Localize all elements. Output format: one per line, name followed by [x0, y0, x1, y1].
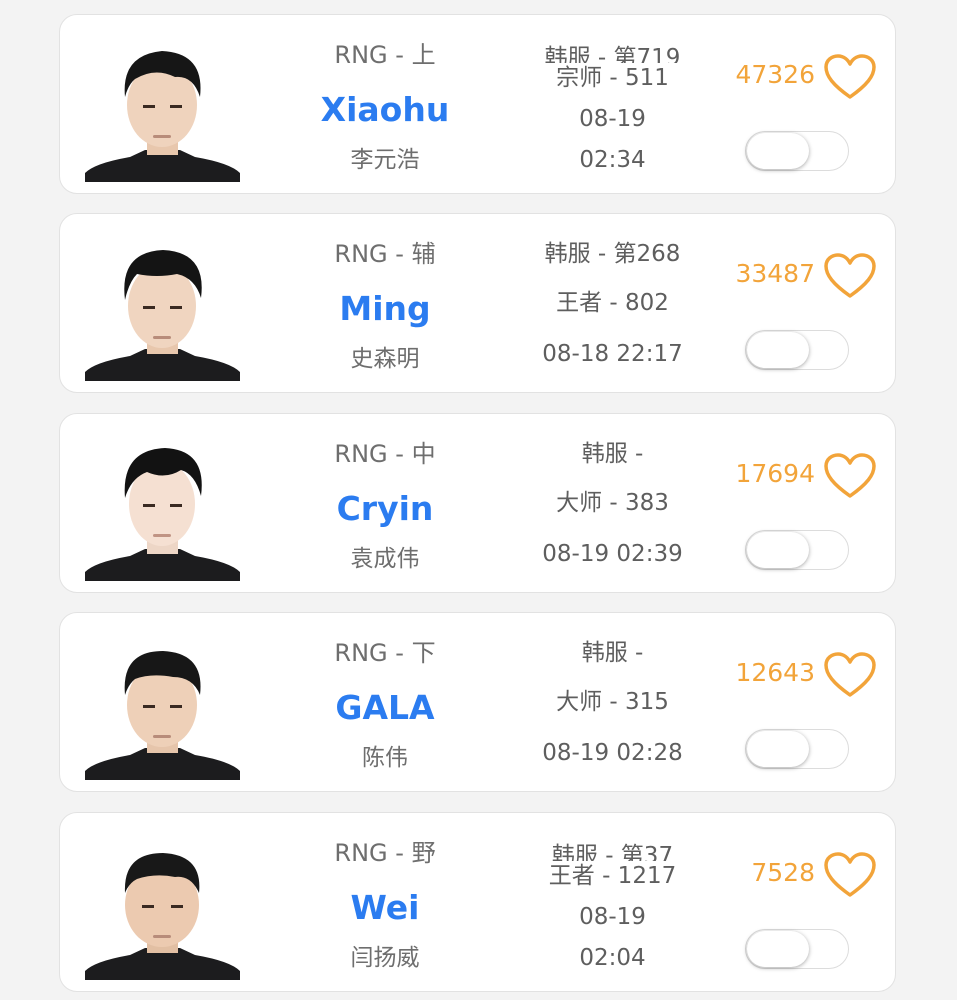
last-played-time: 02:04 [579, 945, 646, 971]
team-position: RNG - 上 [334, 41, 436, 69]
follow-toggle[interactable] [745, 929, 849, 969]
server-rank: 韩服 - 第719 [544, 45, 681, 63]
player-realname: 陈伟 [362, 745, 408, 771]
last-played-datetime: 08-19 02:39 [542, 541, 683, 567]
follow-toggle[interactable] [745, 131, 849, 171]
player-avatar [85, 234, 240, 381]
last-played-datetime: 08-18 22:17 [542, 341, 683, 367]
player-avatar [85, 833, 240, 980]
team-position: RNG - 中 [334, 440, 436, 468]
server-rank: 韩服 - [581, 441, 644, 467]
follow-toggle[interactable] [745, 729, 849, 769]
toggle-knob [747, 532, 809, 568]
player-nickname[interactable]: Cryin [285, 489, 485, 529]
tier-score: 王者 - 1217 [548, 863, 677, 889]
player-nickname[interactable]: GALA [285, 688, 485, 728]
player-card[interactable]: RNG - 野 Wei 闫扬威 韩服 - 第37 王者 - 1217 08-19… [59, 812, 896, 992]
toggle-knob [747, 731, 809, 767]
player-avatar [85, 434, 240, 581]
player-avatar [85, 633, 240, 780]
toggle-knob [747, 332, 809, 368]
heart-outline-icon[interactable] [823, 651, 877, 699]
player-nickname[interactable]: Xiaohu [285, 90, 485, 130]
player-realname: 李元浩 [350, 147, 420, 173]
like-count: 47326 [735, 60, 815, 89]
team-position: RNG - 下 [334, 639, 436, 667]
toggle-knob [747, 931, 809, 967]
follow-toggle[interactable] [745, 330, 849, 370]
player-nickname[interactable]: Ming [285, 289, 485, 329]
player-card[interactable]: RNG - 辅 Ming 史森明 韩服 - 第268 王者 - 802 08-1… [59, 213, 896, 393]
tier-score: 宗师 - 511 [556, 65, 669, 91]
player-nickname[interactable]: Wei [285, 888, 485, 928]
player-card[interactable]: RNG - 中 Cryin 袁成伟 韩服 - 大师 - 383 08-19 02… [59, 413, 896, 593]
last-played-date: 08-19 [579, 904, 646, 930]
tier-score: 大师 - 383 [556, 490, 669, 516]
player-realname: 袁成伟 [350, 546, 420, 572]
last-played-time: 02:34 [579, 147, 646, 173]
player-card[interactable]: RNG - 上 Xiaohu 李元浩 韩服 - 第719 宗师 - 511 08… [59, 14, 896, 194]
player-realname: 史森明 [350, 346, 420, 372]
team-position: RNG - 野 [334, 839, 436, 867]
heart-outline-icon[interactable] [823, 252, 877, 300]
player-card[interactable]: RNG - 下 GALA 陈伟 韩服 - 大师 - 315 08-19 02:2… [59, 612, 896, 792]
like-count: 17694 [735, 459, 815, 488]
follow-toggle[interactable] [745, 530, 849, 570]
heart-outline-icon[interactable] [823, 53, 877, 101]
toggle-knob [747, 133, 809, 169]
team-position: RNG - 辅 [334, 240, 436, 268]
like-count: 12643 [735, 658, 815, 687]
server-rank: 韩服 - [581, 640, 644, 666]
like-count: 7528 [751, 858, 815, 887]
player-avatar [85, 35, 240, 182]
tier-score: 王者 - 802 [556, 290, 669, 316]
last-played-date: 08-19 [579, 106, 646, 132]
tier-score: 大师 - 315 [556, 689, 669, 715]
last-played-datetime: 08-19 02:28 [542, 740, 683, 766]
like-count: 33487 [735, 259, 815, 288]
player-realname: 闫扬威 [350, 945, 420, 971]
server-rank: 韩服 - 第268 [544, 241, 681, 267]
heart-outline-icon[interactable] [823, 851, 877, 899]
server-rank: 韩服 - 第37 [551, 843, 674, 861]
heart-outline-icon[interactable] [823, 452, 877, 500]
